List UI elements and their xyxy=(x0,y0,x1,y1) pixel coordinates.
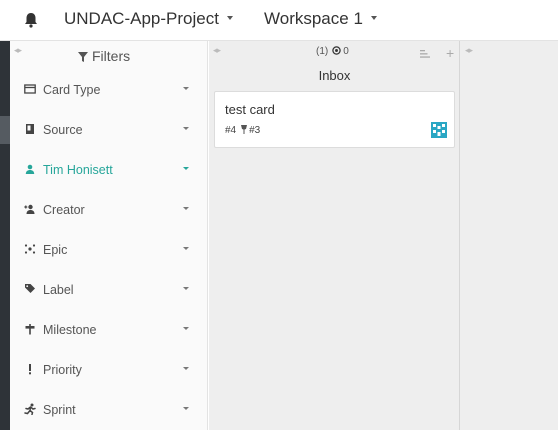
workspace-dropdown[interactable]: Workspace 1 xyxy=(264,9,377,29)
chevron-down-icon xyxy=(183,407,189,410)
workspace-name: Workspace 1 xyxy=(264,9,363,28)
filter-label: Sprint xyxy=(43,403,76,417)
pipeline-column-inbox: ◂▸ (1) 0 + Inbox test card #4 #3 xyxy=(209,41,460,430)
chevron-down-icon xyxy=(183,327,189,330)
chevron-down-icon xyxy=(183,87,189,90)
person-icon xyxy=(25,164,35,174)
avatar[interactable] xyxy=(431,122,447,138)
filters-header-label: Filters xyxy=(92,48,131,64)
chevron-down-icon xyxy=(183,367,189,370)
filter-milestone[interactable]: Milestone xyxy=(10,311,208,351)
filter-label: Card Type xyxy=(43,83,101,97)
card-title: test card xyxy=(225,102,275,117)
top-bar: UNDAC-App-Project Workspace 1 xyxy=(0,0,558,41)
filter-label: Milestone xyxy=(43,323,97,337)
chevron-down-icon xyxy=(226,16,233,21)
filter-label: Priority xyxy=(43,363,82,377)
filter-priority[interactable]: Priority xyxy=(10,351,208,391)
estimate-total: 0 xyxy=(343,46,349,57)
filter-source[interactable]: Source xyxy=(10,111,208,151)
creator-icon xyxy=(24,204,35,214)
filter-icon xyxy=(78,52,88,62)
card-ref: #3 xyxy=(249,125,261,136)
bell-icon[interactable] xyxy=(22,11,40,29)
app-nav-rail xyxy=(0,41,10,430)
chevron-down-icon xyxy=(370,16,377,21)
add-card-button[interactable]: + xyxy=(446,45,454,61)
filter-assignee[interactable]: Tim Honisett xyxy=(10,151,208,191)
pipeline-column-next: ◂▸ xyxy=(461,41,558,430)
filter-sprint[interactable]: Sprint xyxy=(10,391,208,430)
chevron-down-icon xyxy=(183,167,189,170)
milestone-icon xyxy=(25,324,35,335)
issue-card[interactable]: test card #4 #3 xyxy=(214,91,455,148)
filter-label: Label xyxy=(43,283,74,297)
project-dropdown[interactable]: UNDAC-App-Project xyxy=(64,9,233,29)
card-number: #4 xyxy=(225,125,237,136)
column-count: (1) 0 xyxy=(316,46,349,57)
filter-label: Creator xyxy=(43,203,85,217)
filter-label: Source xyxy=(43,123,83,137)
filter-label: Tim Honisett xyxy=(43,163,113,177)
board: ◂▸ (1) 0 + Inbox test card #4 #3 ◂▸ xyxy=(209,41,558,430)
filters-header: Filters xyxy=(78,48,130,64)
pin-icon xyxy=(241,125,248,134)
expand-sidebar-icon[interactable]: ◂▸ xyxy=(14,45,22,56)
chevron-down-icon xyxy=(183,207,189,210)
sort-icon[interactable] xyxy=(420,50,430,58)
estimate-icon xyxy=(332,46,341,55)
card-type-icon xyxy=(24,84,36,94)
chevron-down-icon xyxy=(183,287,189,290)
filter-epic[interactable]: Epic xyxy=(10,231,208,271)
chevron-down-icon xyxy=(183,127,189,130)
card-meta: #4 #3 xyxy=(225,125,260,136)
nav-rail-selection[interactable] xyxy=(0,116,10,144)
priority-icon xyxy=(29,364,31,375)
sprint-icon xyxy=(24,403,36,415)
chevron-down-icon xyxy=(183,247,189,250)
source-icon xyxy=(26,124,34,134)
epic-icon xyxy=(24,244,36,254)
issue-count: (1) xyxy=(316,46,329,57)
label-icon xyxy=(25,284,35,293)
collapse-column-icon[interactable]: ◂▸ xyxy=(465,45,473,56)
project-name: UNDAC-App-Project xyxy=(64,9,219,28)
filter-card-type[interactable]: Card Type xyxy=(10,71,208,111)
filter-label[interactable]: Label xyxy=(10,271,208,311)
collapse-column-icon[interactable]: ◂▸ xyxy=(213,45,221,56)
column-title: Inbox xyxy=(318,68,351,83)
filter-label: Epic xyxy=(43,243,68,257)
filter-creator[interactable]: Creator xyxy=(10,191,208,231)
filters-sidebar: ◂▸ Filters Card Type Source Tim Honisett… xyxy=(10,41,208,430)
